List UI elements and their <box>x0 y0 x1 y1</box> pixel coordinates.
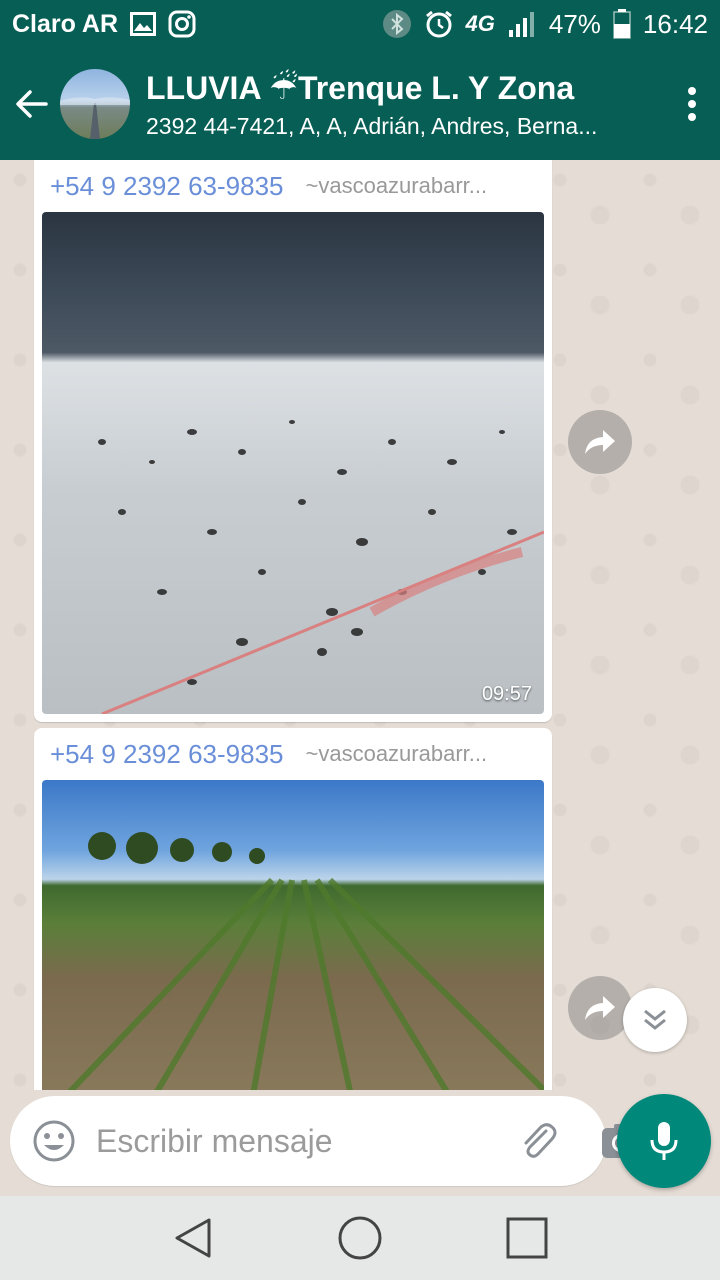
chat-messages[interactable]: +54 9 2392 63-9835 ~vascoazurabarr... 09 <box>0 160 720 1090</box>
paperclip-icon <box>524 1123 557 1158</box>
microphone-icon <box>650 1122 678 1160</box>
nav-home-button[interactable] <box>325 1203 395 1273</box>
double-chevron-down-icon <box>644 1009 666 1030</box>
scroll-to-bottom-button[interactable] <box>623 988 687 1052</box>
sender-phone[interactable]: +54 9 2392 63-9835 <box>50 739 284 770</box>
emoji-icon <box>33 1120 75 1162</box>
nav-back-button[interactable] <box>158 1203 228 1273</box>
nav-recents-button[interactable] <box>492 1203 562 1273</box>
sender-phone[interactable]: +54 9 2392 63-9835 <box>50 171 284 202</box>
crop-field-image <box>67 832 544 1090</box>
alarm-icon <box>424 9 454 39</box>
chat-header: LLUVIA ☔Trenque L. Y Zona 2392 44-7421, … <box>0 48 720 160</box>
triangle-back-icon <box>175 1218 211 1258</box>
group-avatar[interactable] <box>60 69 130 139</box>
battery-percentage: 47% <box>548 8 601 39</box>
bluetooth-icon <box>382 9 412 39</box>
carrier-name: Claro AR <box>12 9 119 38</box>
more-options-button[interactable] <box>664 48 720 160</box>
hail-scene-image <box>98 420 544 714</box>
road-landscape-icon <box>60 97 130 139</box>
forward-icon <box>585 430 615 454</box>
message-bubble[interactable]: +54 9 2392 63-9835 ~vascoazurabarr... 09 <box>34 160 552 722</box>
forward-icon <box>585 996 615 1020</box>
back-arrow-icon <box>16 90 48 118</box>
message-composer <box>10 1096 640 1186</box>
back-button[interactable] <box>4 48 60 160</box>
square-recents-icon <box>506 1217 548 1259</box>
forward-button[interactable] <box>568 976 632 1040</box>
emoji-button[interactable] <box>32 1119 76 1163</box>
clock: 16:42 <box>642 8 708 39</box>
circle-home-icon <box>338 1216 382 1260</box>
image-icon <box>130 12 157 36</box>
message-input[interactable] <box>96 1122 516 1160</box>
message-bubble[interactable]: +54 9 2392 63-9835 ~vascoazurabarr... <box>34 728 552 1090</box>
hail-photo[interactable]: 09:57 <box>42 212 544 714</box>
crop-field-photo[interactable] <box>42 780 544 1090</box>
header-info[interactable]: LLUVIA ☔Trenque L. Y Zona 2392 44-7421, … <box>146 69 664 140</box>
forward-button[interactable] <box>568 410 632 474</box>
sender-name: ~vascoazurabarr... <box>305 741 488 766</box>
group-participants: 2392 44-7421, A, A, Adrián, Andres, Bern… <box>146 112 598 139</box>
battery-icon <box>613 9 631 39</box>
sender-name: ~vascoazurabarr... <box>305 173 488 198</box>
signal-icon <box>507 10 537 38</box>
group-title: LLUVIA ☔Trenque L. Y Zona <box>146 69 575 106</box>
system-navigation-bar <box>0 1196 720 1280</box>
message-time: 09:57 <box>481 683 532 705</box>
voice-message-button[interactable] <box>617 1094 711 1188</box>
more-vertical-icon <box>688 87 696 121</box>
status-bar: Claro AR 4G 47% 16:42 <box>0 0 720 48</box>
instagram-icon <box>168 10 196 38</box>
attach-button[interactable] <box>516 1117 560 1165</box>
network-4g-icon: 4G <box>465 11 495 36</box>
